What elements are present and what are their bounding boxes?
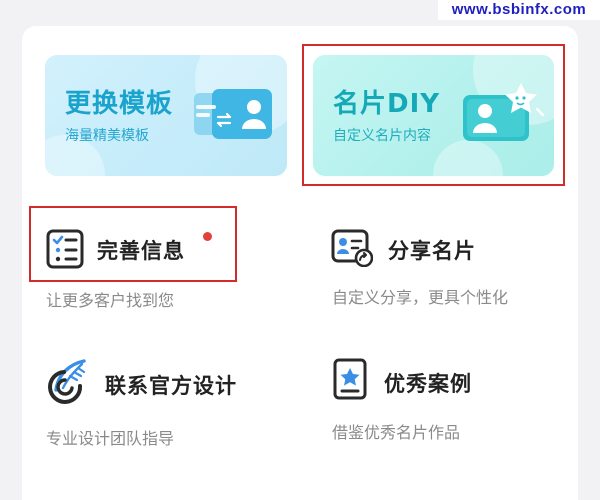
- change-template-title: 更换模板: [65, 89, 174, 119]
- contact-design-desc: 专业设计团队指导: [46, 429, 175, 448]
- highlight-box-diy: [302, 44, 565, 186]
- feather-design-icon: [48, 359, 86, 404]
- change-template-card[interactable]: 更换模板 海量精美模板: [45, 55, 287, 176]
- share-card-title: 分享名片: [388, 239, 476, 263]
- notification-dot: [203, 232, 212, 241]
- watermark: www.bsbinfx.com: [438, 0, 600, 20]
- swap-card-icon: [194, 89, 272, 139]
- complete-info-title: 完善信息: [97, 239, 185, 263]
- complete-info-desc: 让更多客户找到您: [46, 291, 175, 310]
- excellent-cases-title: 优秀案例: [384, 372, 472, 396]
- change-template-subtitle: 海量精美模板: [65, 128, 149, 144]
- share-card-icon: [331, 229, 373, 267]
- star-card-icon: [333, 358, 367, 400]
- share-card-desc: 自定义分享，更具个性化: [332, 288, 509, 307]
- checklist-icon: [46, 229, 84, 269]
- excellent-cases-desc: 借鉴优秀名片作品: [332, 423, 461, 442]
- contact-design-title: 联系官方设计: [105, 374, 237, 398]
